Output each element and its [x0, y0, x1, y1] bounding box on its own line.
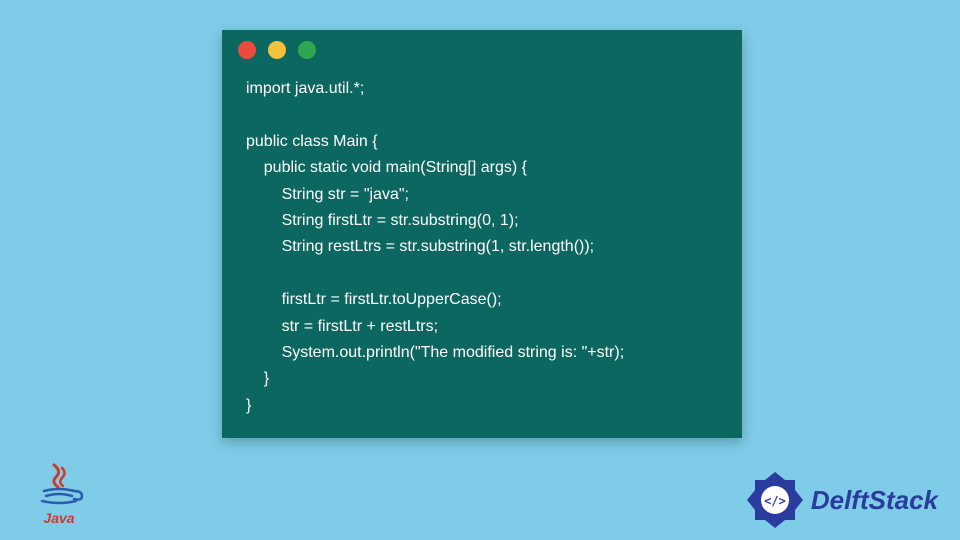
code-content: import java.util.*; public class Main { … — [222, 70, 742, 439]
delftstack-logo: </> DelftStack — [745, 470, 938, 530]
close-dot-icon — [238, 41, 256, 59]
delftstack-text: DelftStack — [811, 485, 938, 516]
maximize-dot-icon — [298, 41, 316, 59]
svg-text:</>: </> — [764, 494, 786, 508]
minimize-dot-icon — [268, 41, 286, 59]
java-logo: Java — [34, 463, 84, 526]
delftstack-badge-icon: </> — [745, 470, 805, 530]
java-logo-label: Java — [34, 510, 84, 526]
code-window: import java.util.*; public class Main { … — [222, 30, 742, 438]
java-cup-icon — [34, 463, 84, 510]
window-titlebar — [222, 30, 742, 70]
